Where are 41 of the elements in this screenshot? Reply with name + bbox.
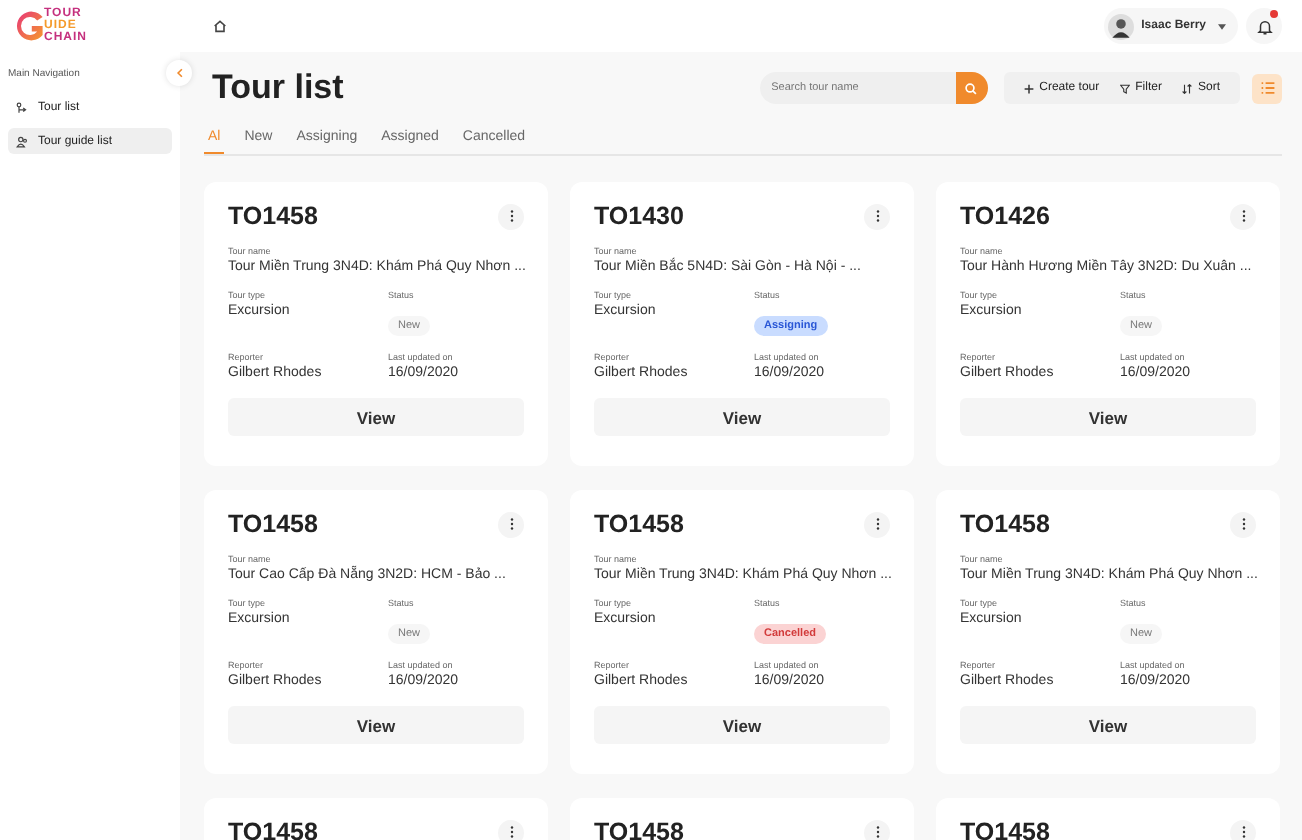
view-button[interactable]: View xyxy=(960,398,1256,436)
avatar-icon xyxy=(1107,13,1134,39)
home-icon[interactable] xyxy=(212,18,228,34)
tour-id: TO1430 xyxy=(594,202,684,230)
more-button[interactable] xyxy=(1230,511,1256,537)
view-button[interactable]: View xyxy=(594,398,890,436)
tour-id: TO1458 xyxy=(228,510,318,538)
view-button[interactable]: View xyxy=(960,706,1256,744)
list-icon xyxy=(1259,80,1275,96)
more-button[interactable] xyxy=(864,203,890,229)
more-button[interactable] xyxy=(864,819,890,840)
tour-id: TO1458 xyxy=(228,818,318,840)
list-view-button[interactable] xyxy=(1252,73,1282,103)
search-button[interactable] xyxy=(955,72,988,104)
logo-icon xyxy=(12,8,48,44)
tour-id: TO1458 xyxy=(960,510,1050,538)
route-icon xyxy=(16,101,28,113)
chevron-left-icon xyxy=(175,68,183,78)
funnel-icon xyxy=(1119,83,1130,93)
notification-button[interactable] xyxy=(1246,8,1282,44)
people-icon xyxy=(16,135,28,147)
plus-icon xyxy=(1023,83,1034,93)
tour-id: TO1458 xyxy=(960,818,1050,840)
sort-icon xyxy=(1181,83,1192,93)
tour-id: TO1458 xyxy=(228,202,318,230)
bell-icon xyxy=(1255,17,1273,35)
more-button[interactable] xyxy=(1230,203,1256,229)
more-button[interactable] xyxy=(1230,819,1256,840)
caret-icon xyxy=(1218,23,1226,29)
tour-id: TO1458 xyxy=(594,510,684,538)
tour-id: TO1458 xyxy=(594,818,684,840)
search-icon xyxy=(964,81,979,95)
more-button[interactable] xyxy=(498,203,524,229)
more-button[interactable] xyxy=(864,511,890,537)
view-button[interactable]: View xyxy=(594,706,890,744)
view-button[interactable]: View xyxy=(228,706,524,744)
view-button[interactable]: View xyxy=(228,398,524,436)
more-button[interactable] xyxy=(498,511,524,537)
more-button[interactable] xyxy=(498,819,524,840)
page-title: Tour list xyxy=(212,68,346,108)
tour-id: TO1426 xyxy=(960,202,1050,230)
